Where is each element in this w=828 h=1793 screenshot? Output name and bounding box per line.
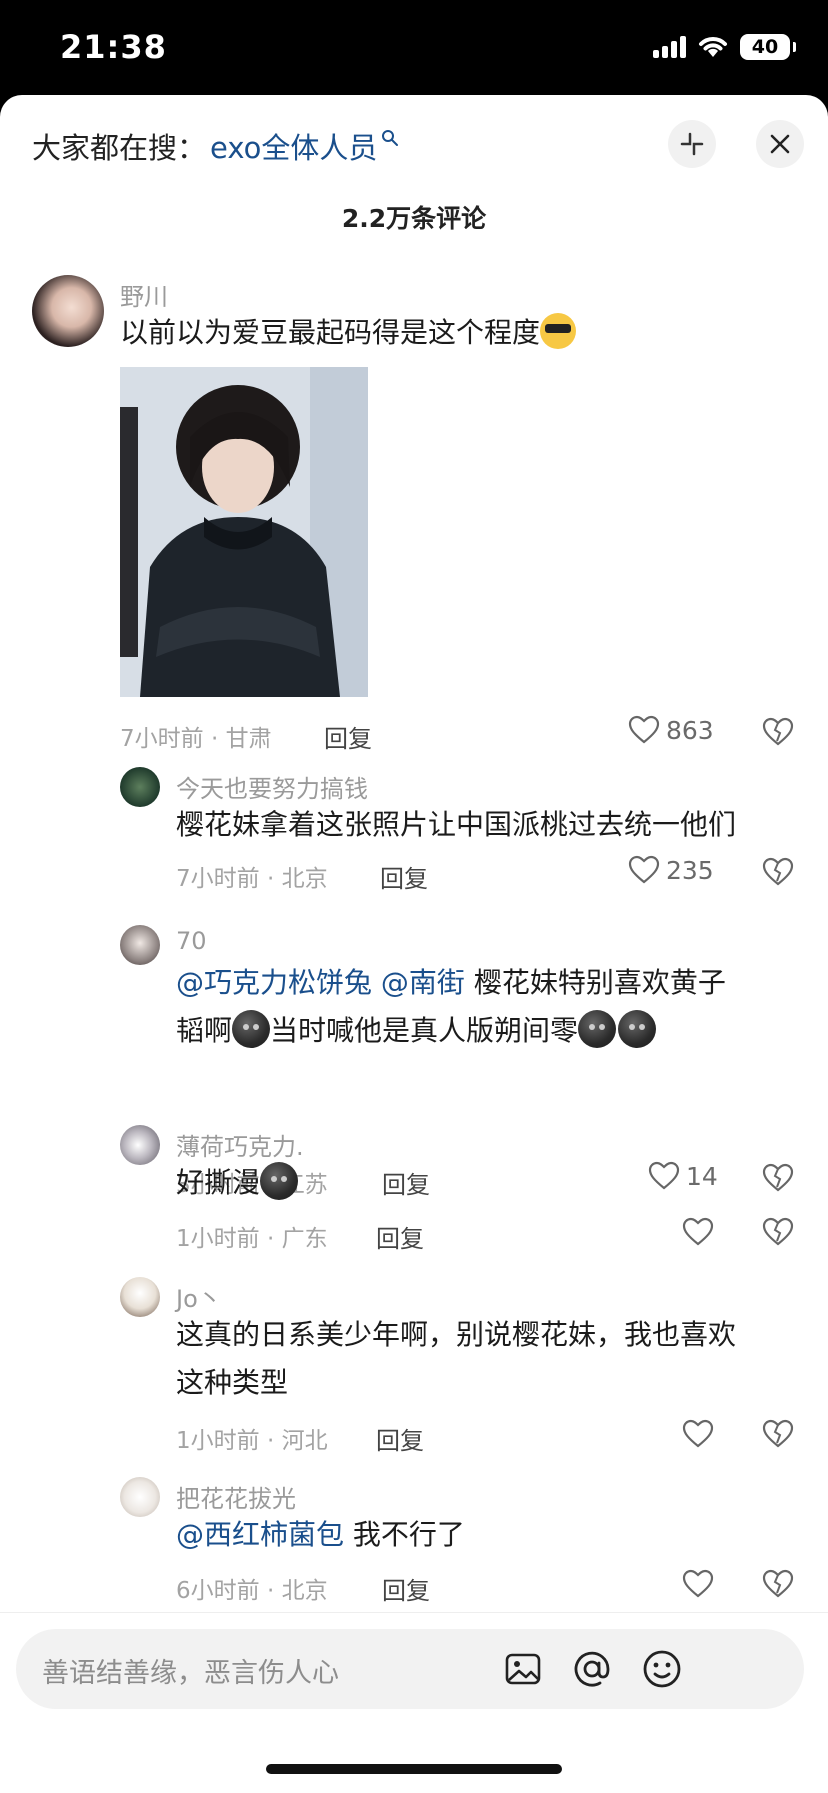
wifi-icon: [699, 37, 727, 57]
like-button[interactable]: 235: [628, 855, 714, 885]
search-suggestion-prefix: 大家都在搜：: [32, 131, 207, 165]
comment-sheet: 大家都在搜： exo全体人员 2.2万条评论 野川 以前以为爱豆最起码得是这个程…: [0, 95, 828, 1792]
comment-text-body: 这真的日系美少年啊，别说樱花妹，我也喜欢: [176, 1318, 737, 1351]
comment-text-body: 好撕漫: [176, 1166, 261, 1199]
mention-link[interactable]: @巧克力松饼兔: [176, 966, 372, 999]
comment-item: 薄荷巧克力. 好撕漫 1小时前 · 广东 回复: [0, 1123, 828, 1273]
comment-meta: 1小时前 · 河北: [176, 1428, 328, 1454]
collapse-button[interactable]: [668, 120, 716, 168]
comment-text-body: 我不行了: [352, 1518, 465, 1551]
status-icons: 40: [653, 34, 796, 60]
like-heart-icon[interactable]: [682, 1419, 714, 1449]
comment-text: @西红柿菌包 我不行了: [176, 1511, 465, 1559]
avatar[interactable]: [120, 767, 160, 807]
like-button[interactable]: 863: [628, 715, 714, 745]
broken-heart-icon[interactable]: [762, 857, 794, 887]
cellular-signal-icon: [653, 36, 686, 58]
comment-username[interactable]: Jo丶: [176, 1279, 222, 1314]
broken-heart-icon[interactable]: [762, 1569, 794, 1599]
comment-item: Jo丶 这真的日系美少年啊，别说樱花妹，我也喜欢 这种类型 1小时前 · 河北 …: [0, 1275, 828, 1475]
comment-username[interactable]: 薄荷巧克力.: [176, 1127, 304, 1162]
comment-text-body: 当时喊他是真人版朔间零: [270, 1014, 579, 1047]
reply-button[interactable]: 回复: [324, 719, 372, 754]
mention-link[interactable]: @西红柿菌包: [176, 1518, 344, 1551]
close-button[interactable]: [756, 120, 804, 168]
reply-button[interactable]: 回复: [376, 1421, 424, 1456]
comment-text: 好撕漫: [176, 1159, 299, 1207]
close-icon: [770, 134, 790, 154]
reply-button[interactable]: 回复: [376, 1219, 424, 1254]
comment-item: 今天也要努力搞钱 樱花妹拿着这张照片让中国派桃过去统一他们 7小时前 · 北京 …: [0, 765, 828, 905]
reply-button[interactable]: 回复: [380, 859, 428, 894]
comment-text: 这真的日系美少年啊，别说樱花妹，我也喜欢 这种类型: [176, 1311, 796, 1407]
comment-item: 野川 以前以为爱豆最起码得是这个程度 7小时前 · 甘肃 回复 863: [0, 275, 828, 775]
avatar[interactable]: [120, 925, 160, 965]
search-suggestion[interactable]: 大家都在搜： exo全体人员: [32, 125, 399, 167]
emoji-icon[interactable]: [642, 1649, 682, 1689]
photo-person-image: [120, 367, 368, 697]
like-count: 863: [666, 715, 714, 745]
comment-text: @巧克力松饼兔 @南街 樱花妹特别喜欢黄子 韬啊 当时喊他是真人版朔间零: [176, 959, 796, 1055]
mention-at-icon[interactable]: [572, 1649, 612, 1689]
search-icon: [382, 130, 399, 146]
home-indicator[interactable]: [266, 1764, 562, 1774]
comment-input[interactable]: 善语结善缘，恶言伤人心: [16, 1629, 804, 1709]
comment-count: 2.2万条评论: [341, 204, 487, 233]
avatar[interactable]: [32, 275, 104, 347]
like-count: 235: [666, 855, 714, 885]
broken-heart-icon[interactable]: [762, 1217, 794, 1247]
broken-heart-icon[interactable]: [762, 1419, 794, 1449]
comment-meta: 7小时前 · 甘肃: [120, 726, 272, 752]
comment-meta: 7小时前 · 北京: [176, 866, 328, 892]
comment-username[interactable]: 今天也要努力搞钱: [176, 769, 368, 804]
comment-input-placeholder: 善语结善缘，恶言伤人心: [42, 1658, 339, 1689]
dark-face-emoji-icon: [618, 1010, 657, 1048]
battery-indicator: 40: [740, 34, 796, 60]
heart-icon: [628, 715, 660, 744]
collapse-icon: [680, 132, 704, 156]
comment-item: 70 @巧克力松饼兔 @南街 樱花妹特别喜欢黄子 韬啊 当时喊他是真人版朔间零 3…: [0, 923, 828, 1199]
avatar[interactable]: [120, 1277, 160, 1317]
dark-face-emoji-icon: [260, 1162, 299, 1200]
comment-text-body: 这种类型: [176, 1366, 289, 1399]
comment-text-body: 樱花妹特别喜欢黄子: [473, 966, 726, 999]
like-heart-icon[interactable]: [682, 1569, 714, 1599]
mention-link[interactable]: @南街: [381, 966, 465, 999]
comment-item: 把花花拔光 @西红柿菌包 我不行了 6小时前 · 北京 回复: [0, 1475, 828, 1615]
comment-meta: 6小时前 · 北京: [176, 1578, 328, 1604]
comment-username[interactable]: 野川: [120, 277, 168, 312]
like-heart-icon[interactable]: [682, 1217, 714, 1247]
heart-icon: [628, 855, 660, 884]
comment-photo[interactable]: [120, 367, 368, 697]
comment-username[interactable]: 70: [176, 927, 207, 955]
broken-heart-icon[interactable]: [762, 717, 794, 747]
comment-meta: 1小时前 · 广东: [176, 1226, 328, 1252]
cool-face-emoji-icon: [540, 313, 577, 349]
dark-face-emoji-icon: [578, 1010, 617, 1048]
avatar[interactable]: [120, 1477, 160, 1517]
status-bar: 21:38 40: [0, 0, 828, 95]
search-suggestion-term[interactable]: exo全体人员: [210, 125, 377, 167]
comment-text-body: 韬啊: [176, 1014, 233, 1047]
comment-username[interactable]: 把花花拔光: [176, 1479, 296, 1514]
dark-face-emoji-icon: [232, 1010, 271, 1048]
comment-text: 樱花妹拿着这张照片让中国派桃过去统一他们: [176, 808, 737, 841]
comment-text: 以前以为爱豆最起码得是这个程度: [120, 309, 577, 357]
avatar[interactable]: [120, 1125, 160, 1165]
comment-text-body: 以前以为爱豆最起码得是这个程度: [120, 316, 541, 349]
status-time: 21:38: [60, 28, 167, 66]
image-icon[interactable]: [504, 1650, 542, 1688]
reply-button[interactable]: 回复: [382, 1571, 430, 1606]
